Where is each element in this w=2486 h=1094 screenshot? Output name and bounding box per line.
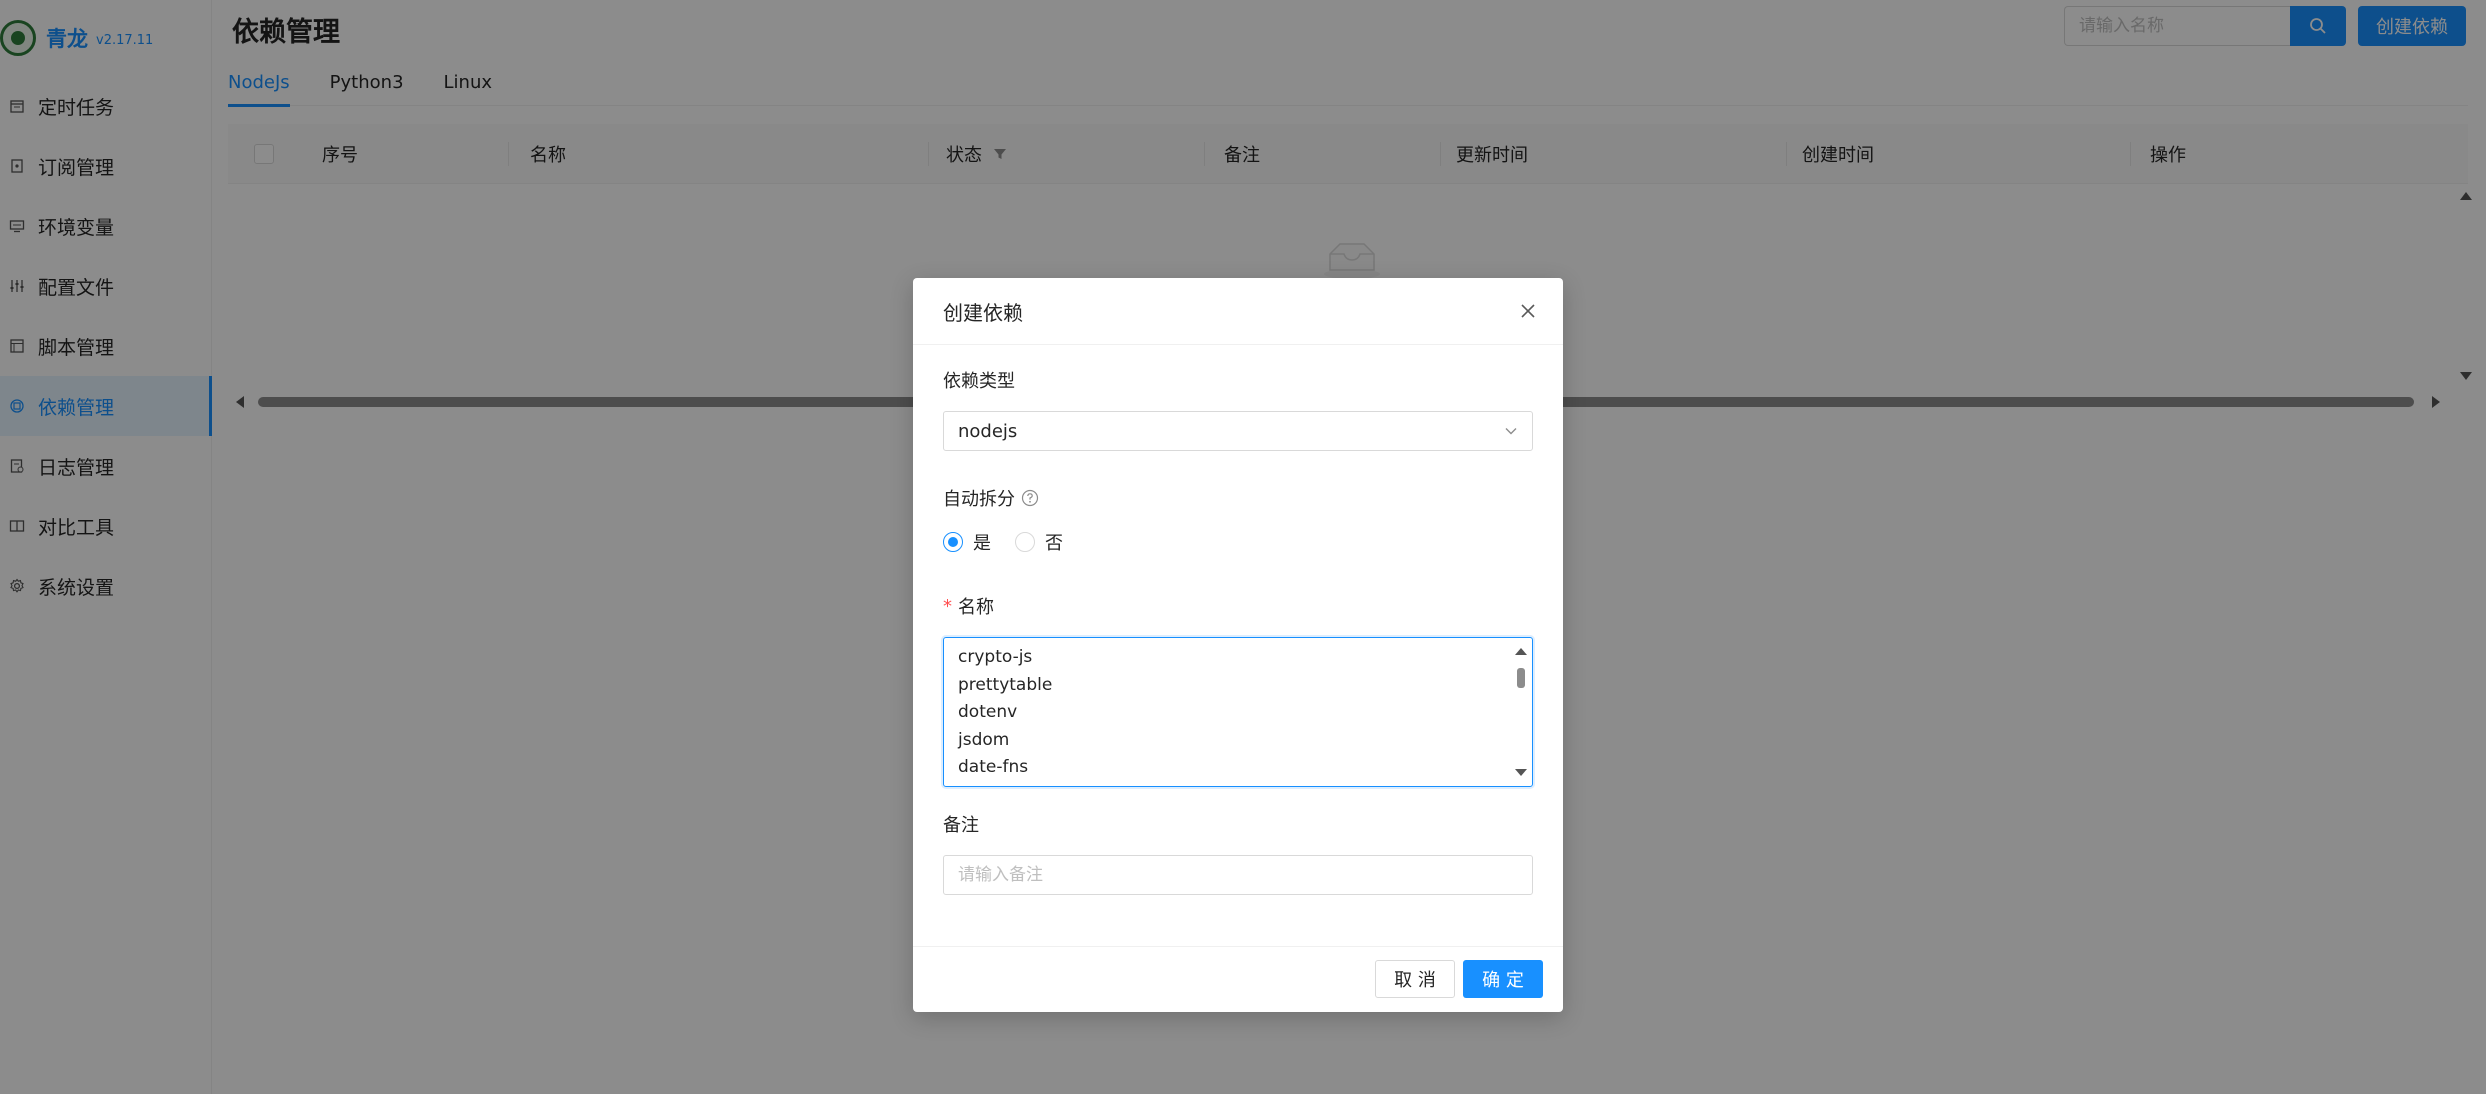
split-yes-label: 是	[973, 533, 991, 554]
name-label-text: 名称	[958, 597, 994, 618]
scroll-down-icon[interactable]	[1515, 769, 1527, 776]
split-no-label: 否	[1045, 533, 1063, 554]
scrollbar-thumb[interactable]	[1517, 668, 1525, 688]
chevron-down-icon	[1505, 428, 1517, 435]
name-line: dotenv	[958, 702, 1018, 722]
modal-footer: 取 消 确 定	[913, 946, 1563, 1012]
type-label: 依赖类型	[943, 371, 1015, 392]
required-mark: *	[943, 595, 952, 617]
type-select-value: nodejs	[958, 420, 1018, 442]
question-circle-icon[interactable]	[1021, 489, 1039, 507]
remark-input[interactable]	[943, 855, 1533, 895]
split-yes-radio[interactable]: 是	[943, 529, 991, 555]
scroll-up-icon[interactable]	[1515, 648, 1527, 655]
name-label: * 名称	[943, 593, 994, 619]
name-textarea[interactable]: crypto-js prettytable dotenv jsdom date-…	[943, 637, 1533, 787]
type-select[interactable]: nodejs	[943, 411, 1533, 451]
cancel-button[interactable]: 取 消	[1375, 960, 1455, 998]
split-label: 自动拆分	[943, 485, 1039, 511]
create-dependency-modal: 创建依赖 依赖类型 nodejs 自动拆分 是 否 * 名称 crypto-js…	[913, 278, 1563, 1012]
radio-circle[interactable]	[1015, 532, 1035, 552]
split-label-text: 自动拆分	[943, 489, 1015, 510]
modal-title: 创建依赖	[943, 300, 1023, 325]
name-line: jsdom	[958, 729, 1010, 750]
remark-label: 备注	[943, 815, 979, 836]
textarea-scrollbar[interactable]	[1514, 642, 1528, 782]
split-radio-group: 是 否	[943, 529, 1087, 555]
name-line: date-fns	[958, 757, 1029, 777]
confirm-button[interactable]: 确 定	[1463, 960, 1543, 998]
name-line: prettytable	[958, 674, 1053, 695]
split-no-radio[interactable]: 否	[1015, 529, 1063, 555]
close-icon[interactable]	[1517, 300, 1539, 322]
radio-circle-checked[interactable]	[943, 532, 963, 552]
modal-header: 创建依赖	[913, 278, 1563, 345]
name-line: crypto-js	[958, 647, 1033, 667]
